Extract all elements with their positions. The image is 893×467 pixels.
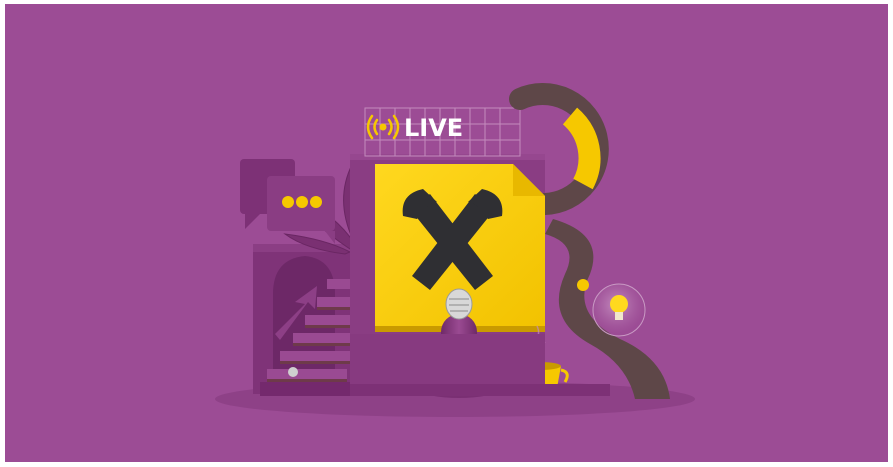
chrome-ball xyxy=(288,367,298,377)
live-label: LIVE xyxy=(404,114,463,142)
lightbulb-icon xyxy=(592,283,646,337)
scene-illustration: LIVE xyxy=(5,4,888,462)
ribbon-ball xyxy=(577,279,589,291)
